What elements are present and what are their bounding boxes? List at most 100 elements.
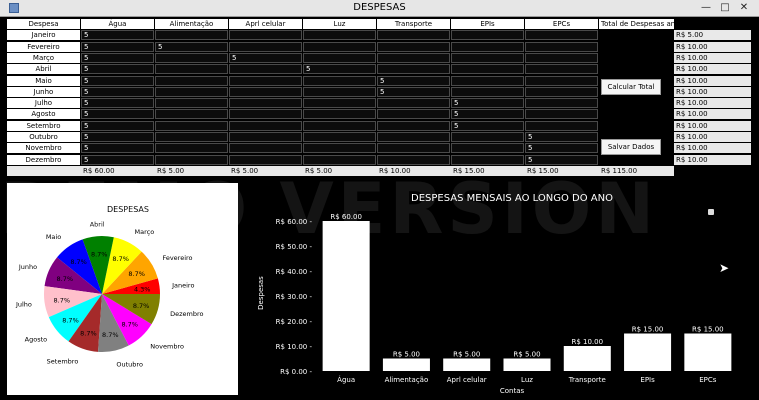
expense-input[interactable] (525, 30, 598, 41)
expense-input[interactable]: 5 (81, 143, 154, 154)
expense-input[interactable] (451, 41, 524, 52)
expense-input[interactable]: 5 (155, 41, 228, 52)
expense-input[interactable] (377, 109, 450, 120)
maximize-icon[interactable]: □ (718, 1, 732, 15)
expense-input[interactable]: 5 (303, 64, 376, 75)
expense-input[interactable] (303, 86, 376, 97)
save-data-button[interactable]: Salvar Dados (601, 139, 661, 155)
expense-input[interactable]: 5 (377, 86, 450, 97)
expense-input[interactable] (451, 30, 524, 41)
expense-input[interactable] (451, 154, 524, 165)
expense-input[interactable] (377, 120, 450, 131)
expense-input[interactable] (155, 30, 228, 41)
expense-input[interactable]: 5 (81, 154, 154, 165)
expense-input[interactable] (229, 86, 302, 97)
expense-input[interactable] (229, 64, 302, 75)
expense-input[interactable] (303, 143, 376, 154)
expense-input[interactable]: 5 (81, 75, 154, 86)
expense-input[interactable] (229, 143, 302, 154)
expense-input[interactable] (155, 120, 228, 131)
expense-input[interactable] (525, 41, 598, 52)
expense-input[interactable]: 5 (229, 52, 302, 63)
expense-input[interactable]: 5 (81, 120, 154, 131)
expense-input[interactable] (525, 109, 598, 120)
expense-input[interactable] (451, 75, 524, 86)
expense-input[interactable]: 5 (81, 52, 154, 63)
expense-input[interactable] (229, 41, 302, 52)
expense-input[interactable] (155, 132, 228, 142)
expense-input[interactable]: 5 (525, 154, 598, 165)
expense-input[interactable] (229, 30, 302, 41)
expense-input[interactable] (303, 52, 376, 63)
expense-input[interactable] (525, 98, 598, 109)
expense-input[interactable] (155, 109, 228, 120)
expense-input[interactable] (525, 86, 598, 97)
expense-input[interactable]: 5 (81, 30, 154, 41)
expense-input[interactable] (303, 30, 376, 41)
expense-input[interactable] (229, 132, 302, 142)
expense-input[interactable] (155, 75, 228, 86)
pie-category-label: Maio (46, 233, 61, 241)
expense-input[interactable] (155, 86, 228, 97)
expense-input[interactable] (377, 41, 450, 52)
expense-input[interactable] (303, 75, 376, 86)
expense-input[interactable] (525, 52, 598, 63)
expense-input[interactable] (377, 30, 450, 41)
expense-input[interactable] (303, 98, 376, 109)
expense-input[interactable]: 5 (525, 143, 598, 154)
expense-input[interactable] (525, 75, 598, 86)
expense-input[interactable] (229, 98, 302, 109)
expense-input[interactable]: 5 (377, 75, 450, 86)
expense-input[interactable] (229, 154, 302, 165)
expense-input[interactable] (451, 52, 524, 63)
expense-input[interactable] (303, 120, 376, 131)
expense-input[interactable]: 5 (81, 98, 154, 109)
expense-input[interactable] (451, 86, 524, 97)
expense-input[interactable] (155, 98, 228, 109)
expense-input[interactable] (377, 154, 450, 165)
expense-input[interactable] (525, 64, 598, 75)
expense-input[interactable] (229, 109, 302, 120)
expense-input[interactable] (377, 98, 450, 109)
expense-input[interactable] (377, 64, 450, 75)
title-bar[interactable]: DESPESAS — □ ✕ (0, 0, 759, 17)
expense-input[interactable] (525, 120, 598, 131)
expense-input[interactable] (451, 132, 524, 142)
close-icon[interactable]: ✕ (737, 1, 751, 15)
expense-input[interactable]: 5 (81, 109, 154, 120)
expense-input[interactable]: 5 (81, 86, 154, 97)
expense-input[interactable]: 5 (81, 41, 154, 52)
expense-input[interactable] (377, 132, 450, 142)
pie-chart: DESPESAS 4.3% Janeiro 8.7% Fevereiro 8.7% Març… (15, 205, 204, 368)
calculate-total-button[interactable]: Calcular Total (601, 79, 661, 95)
expense-input[interactable] (303, 132, 376, 142)
expense-input[interactable] (229, 120, 302, 131)
expense-input[interactable] (155, 154, 228, 165)
grand-total: R$ 115.00 (599, 165, 674, 176)
expense-input[interactable] (451, 143, 524, 154)
row-total: R$ 10.00 (674, 132, 751, 142)
expense-input[interactable] (303, 154, 376, 165)
expense-input[interactable]: 5 (81, 132, 154, 142)
expense-input[interactable] (377, 52, 450, 63)
window-title: DESPESAS (353, 2, 406, 13)
expense-input[interactable]: 5 (451, 98, 524, 109)
expense-input[interactable] (155, 52, 228, 63)
y-tick-label: R$ 20.00 - (276, 318, 313, 326)
expense-input[interactable] (451, 64, 524, 75)
expense-input[interactable]: 5 (525, 132, 598, 142)
expense-input[interactable] (303, 109, 376, 120)
expense-input[interactable]: 5 (451, 120, 524, 131)
expense-input[interactable] (377, 143, 450, 154)
column-header: Transporte (377, 19, 450, 29)
expense-input[interactable] (303, 41, 376, 52)
expense-input[interactable] (229, 75, 302, 86)
expense-input[interactable] (155, 64, 228, 75)
expense-input[interactable] (155, 143, 228, 154)
expense-input[interactable]: 5 (81, 64, 154, 75)
expense-input[interactable]: 5 (451, 109, 524, 120)
bar-value-label: R$ 10.00 (571, 338, 603, 346)
minimize-icon[interactable]: — (699, 1, 713, 15)
column-header: EPCs (525, 19, 598, 29)
row-total: R$ 10.00 (674, 120, 751, 131)
